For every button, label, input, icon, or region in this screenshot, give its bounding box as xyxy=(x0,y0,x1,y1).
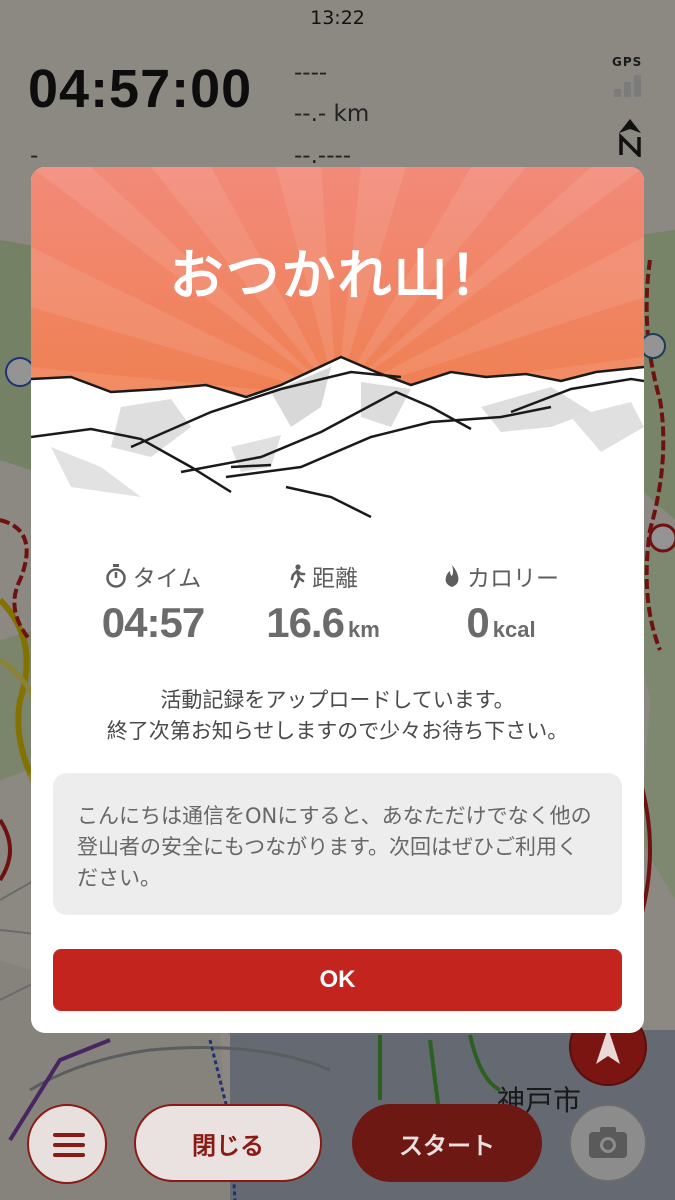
summary-dialog: おつかれ山！ タイム 04:57 距離 16.6 km カロリー 0 kcal … xyxy=(31,167,644,1033)
stat-time-label: タイム xyxy=(132,566,202,592)
header-stat-coordinate: --.---- xyxy=(294,143,352,169)
camera-icon xyxy=(589,1127,627,1158)
stat-distance: 距離 16.6 km xyxy=(221,559,425,647)
close-button[interactable]: 閉じる xyxy=(134,1104,322,1182)
start-button[interactable]: スタート xyxy=(352,1104,542,1182)
ok-button[interactable]: OK xyxy=(53,949,622,1011)
status-bar-time: 13:22 xyxy=(310,7,365,29)
stat-calorie: カロリー 0 kcal xyxy=(399,559,603,647)
stat-distance-label: 距離 xyxy=(312,566,358,592)
walker-icon xyxy=(290,564,306,588)
gps-signal-icon xyxy=(612,71,652,97)
info-message-box: こんにちは通信をONにすると、あなただけでなく他の登山者の安全にもつながります。… xyxy=(53,773,622,915)
stopwatch-icon xyxy=(105,564,126,588)
stat-time-value: 04:57 xyxy=(101,599,205,646)
upload-message-line-2: 終了次第お知らせしますので少々お待ち下さい。 xyxy=(106,719,569,743)
stat-calorie-label: カロリー xyxy=(467,566,559,592)
flame-icon xyxy=(445,565,459,587)
stat-distance-value: 16.6 xyxy=(266,599,345,646)
north-arrow-icon xyxy=(619,119,641,157)
mountain-sunrise-illustration xyxy=(31,167,644,537)
header-stat-distance: --.- km xyxy=(294,101,370,127)
gps-label: GPS xyxy=(612,55,643,69)
elapsed-time: 04:57:00 xyxy=(28,59,253,119)
menu-button[interactable] xyxy=(27,1104,107,1184)
gps-indicator: GPS xyxy=(612,55,652,97)
camera-button[interactable] xyxy=(569,1104,647,1182)
header-stat-altitude: ---- xyxy=(294,60,328,86)
stat-calorie-value: 0 xyxy=(466,599,489,646)
dialog-title: おつかれ山！ xyxy=(169,244,506,307)
upload-message-line-1: 活動記録をアップロードしています。 xyxy=(160,688,515,712)
header-stat-pace: - xyxy=(30,143,39,169)
stat-distance-unit: km xyxy=(347,617,380,642)
upload-message: 活動記録をアップロードしています。 終了次第お知らせしますので少々お待ち下さい。 xyxy=(31,685,644,747)
stat-calorie-unit: kcal xyxy=(492,617,536,642)
